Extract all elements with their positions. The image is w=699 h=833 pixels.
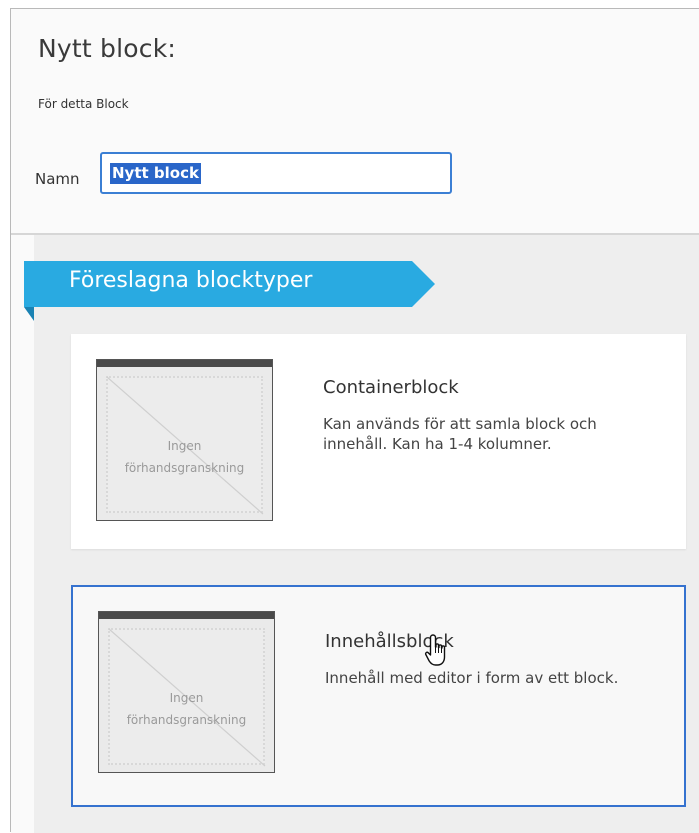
preview-thumbnail: Ingen förhandsgranskning <box>96 359 273 521</box>
new-block-dialog: Nytt block: För detta Block Namn Nytt bl… <box>10 8 699 833</box>
block-types-panel: Föreslagna blocktyper Ingen förhandsgran… <box>11 235 699 833</box>
no-preview-line1: Ingen <box>169 691 204 705</box>
section-heading: Föreslagna blocktyper <box>69 268 313 293</box>
no-preview-line2: förhandsgranskning <box>126 713 247 727</box>
no-preview-text: Ingen förhandsgranskning <box>97 435 272 479</box>
dialog-header: Nytt block: För detta Block Namn Nytt bl… <box>11 9 699 235</box>
block-type-card-container[interactable]: Ingen förhandsgranskning Containerblock … <box>71 334 686 549</box>
name-label: Namn <box>35 170 80 188</box>
no-preview-text: Ingen förhandsgranskning <box>99 687 274 731</box>
panel-left-margin <box>11 235 34 833</box>
name-input[interactable]: Nytt block <box>100 152 452 194</box>
hand-pointer-icon <box>424 634 446 666</box>
name-input-selected-text: Nytt block <box>110 162 201 184</box>
no-preview-line2: förhandsgranskning <box>124 461 245 475</box>
block-type-card-content[interactable]: Ingen förhandsgranskning Innehållsblock … <box>71 585 686 807</box>
block-type-title: Containerblock <box>323 377 459 398</box>
no-preview-line1: Ingen <box>167 439 202 453</box>
ribbon-fold <box>24 307 34 321</box>
dialog-title: Nytt block: <box>38 34 177 63</box>
preview-thumbnail: Ingen förhandsgranskning <box>98 611 275 773</box>
block-type-description: Innehåll med editor i form av ett block. <box>325 669 619 687</box>
block-type-description: Kan används för att samla block och inne… <box>323 415 597 453</box>
dialog-subtitle: För detta Block <box>38 97 129 111</box>
